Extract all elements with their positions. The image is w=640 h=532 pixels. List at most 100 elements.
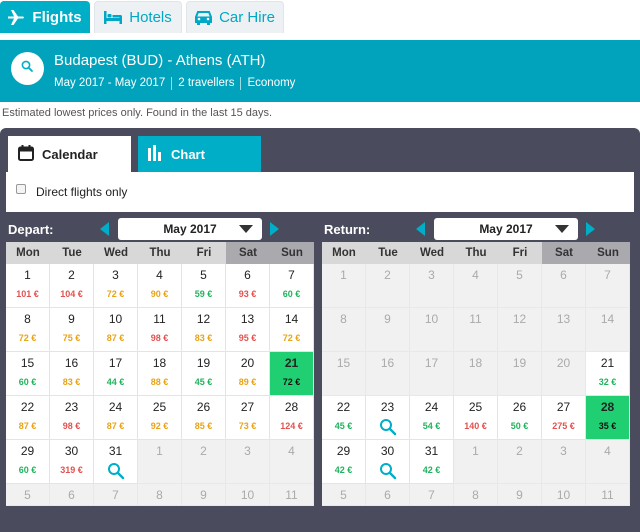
route-summary[interactable]: Budapest (BUD) - Athens (ATH) May 2017 -…: [0, 40, 640, 102]
day-number: 4: [288, 444, 295, 458]
day-price: 60 €: [282, 289, 301, 299]
weekday-header: Fri: [182, 242, 226, 264]
day-cell[interactable]: 5 59 €: [182, 264, 226, 308]
next-month-arrow-icon[interactable]: [586, 222, 595, 236]
day-price: 72 €: [106, 289, 125, 299]
day-number: 14: [284, 312, 299, 326]
prev-month-arrow-icon[interactable]: [416, 222, 425, 236]
day-cell[interactable]: 26 85 €: [182, 396, 226, 440]
day-number: 7: [604, 268, 611, 282]
day-cell[interactable]: 29 60 €: [6, 440, 50, 484]
day-cell[interactable]: 16 83 €: [50, 352, 94, 396]
day-cell: 1: [322, 264, 366, 308]
day-cell: 6: [542, 264, 586, 308]
day-cell[interactable]: 7 60 €: [270, 264, 314, 308]
day-cell[interactable]: 20 89 €: [226, 352, 270, 396]
return-month-select[interactable]: May 2017: [434, 218, 578, 240]
day-cell[interactable]: 30 319 €: [50, 440, 94, 484]
day-cell[interactable]: 31 42 €: [410, 440, 454, 484]
day-cell[interactable]: 17 44 €: [94, 352, 138, 396]
day-cell[interactable]: 24 54 €: [410, 396, 454, 440]
direct-flights-checkbox[interactable]: [16, 184, 26, 194]
day-price: 98 €: [62, 421, 81, 431]
weekday-header: Sat: [226, 242, 270, 264]
day-cell[interactable]: 30: [366, 440, 410, 484]
day-number: 8: [156, 488, 163, 502]
day-cell: 15: [322, 352, 366, 396]
day-cell[interactable]: 26 50 €: [498, 396, 542, 440]
tab-hotels[interactable]: Hotels: [94, 1, 182, 33]
day-price: 85 €: [194, 421, 213, 431]
day-cell[interactable]: 4 90 €: [138, 264, 182, 308]
chevron-down-icon: [555, 225, 569, 233]
day-price: 72 €: [282, 333, 301, 343]
day-price: 35 €: [598, 421, 617, 431]
day-cell[interactable]: 6 93 €: [226, 264, 270, 308]
day-cell[interactable]: 1 101 €: [6, 264, 50, 308]
day-cell[interactable]: 24 87 €: [94, 396, 138, 440]
day-cell[interactable]: 22 45 €: [322, 396, 366, 440]
next-month-arrow-icon[interactable]: [270, 222, 279, 236]
depart-month-select[interactable]: May 2017: [118, 218, 262, 240]
day-cell[interactable]: 14 72 €: [270, 308, 314, 352]
day-number: 24: [108, 400, 123, 414]
day-cell[interactable]: 25 92 €: [138, 396, 182, 440]
day-cell[interactable]: 25 140 €: [454, 396, 498, 440]
day-price: 104 €: [60, 289, 83, 299]
tab-flights-label: Flights: [32, 8, 82, 26]
day-number: 11: [601, 488, 614, 502]
day-number: 5: [340, 488, 347, 502]
day-cell[interactable]: 23 98 €: [50, 396, 94, 440]
depart-grid: Mon Tue Wed Thu Fri Sat Sun 1 101 € 2 104 € 3 72 € 4 9…: [6, 242, 316, 506]
day-cell: 1: [138, 440, 182, 484]
depart-header: Depart: May 2017: [6, 216, 316, 242]
day-cell: 4: [270, 440, 314, 484]
day-cell[interactable]: 21 72 €: [270, 352, 314, 396]
day-cell[interactable]: 9 75 €: [50, 308, 94, 352]
tab-calendar[interactable]: Calendar: [8, 136, 131, 172]
day-cell: 19: [498, 352, 542, 396]
day-cell[interactable]: 2 104 €: [50, 264, 94, 308]
day-cell[interactable]: 29 42 €: [322, 440, 366, 484]
day-cell[interactable]: 10 87 €: [94, 308, 138, 352]
divider: [240, 77, 242, 90]
day-cell[interactable]: 31: [94, 440, 138, 484]
tab-flights[interactable]: Flights: [0, 1, 90, 33]
tab-chart[interactable]: Chart: [138, 136, 261, 172]
day-cell[interactable]: 28 35 €: [586, 396, 630, 440]
day-cell[interactable]: 19 45 €: [182, 352, 226, 396]
day-price: 72 €: [282, 377, 301, 387]
return-label: Return:: [324, 221, 371, 237]
day-cell[interactable]: 27 275 €: [542, 396, 586, 440]
day-price: 90 €: [150, 289, 169, 299]
day-number: 18: [468, 356, 483, 370]
day-cell[interactable]: 8 72 €: [6, 308, 50, 352]
calendar-icon: [18, 144, 34, 164]
day-cell: 3: [542, 440, 586, 484]
day-cell[interactable]: 15 60 €: [6, 352, 50, 396]
top-tabs: Flights Hotels Car Hire: [0, 0, 640, 34]
day-cell: 16: [366, 352, 410, 396]
day-cell[interactable]: 13 95 €: [226, 308, 270, 352]
prev-month-arrow-icon[interactable]: [100, 222, 109, 236]
day-number: 20: [556, 356, 571, 370]
tab-car-hire[interactable]: Car Hire: [186, 1, 284, 33]
day-number: 3: [244, 444, 251, 458]
day-cell[interactable]: 11 98 €: [138, 308, 182, 352]
day-cell[interactable]: 3 72 €: [94, 264, 138, 308]
day-number: 3: [560, 444, 567, 458]
day-price: 319 €: [60, 465, 83, 475]
day-cell[interactable]: 27 73 €: [226, 396, 270, 440]
day-number: 26: [196, 400, 211, 414]
day-cell[interactable]: 28 124 €: [270, 396, 314, 440]
day-price: 95 €: [238, 333, 257, 343]
day-cell[interactable]: 18 88 €: [138, 352, 182, 396]
day-cell[interactable]: 12 83 €: [182, 308, 226, 352]
day-number: 6: [68, 488, 75, 502]
day-cell[interactable]: 21 32 €: [586, 352, 630, 396]
search-button[interactable]: [11, 52, 44, 85]
day-cell[interactable]: 23: [366, 396, 410, 440]
day-number: 11: [153, 312, 166, 326]
day-cell: 7: [586, 264, 630, 308]
day-cell[interactable]: 22 87 €: [6, 396, 50, 440]
